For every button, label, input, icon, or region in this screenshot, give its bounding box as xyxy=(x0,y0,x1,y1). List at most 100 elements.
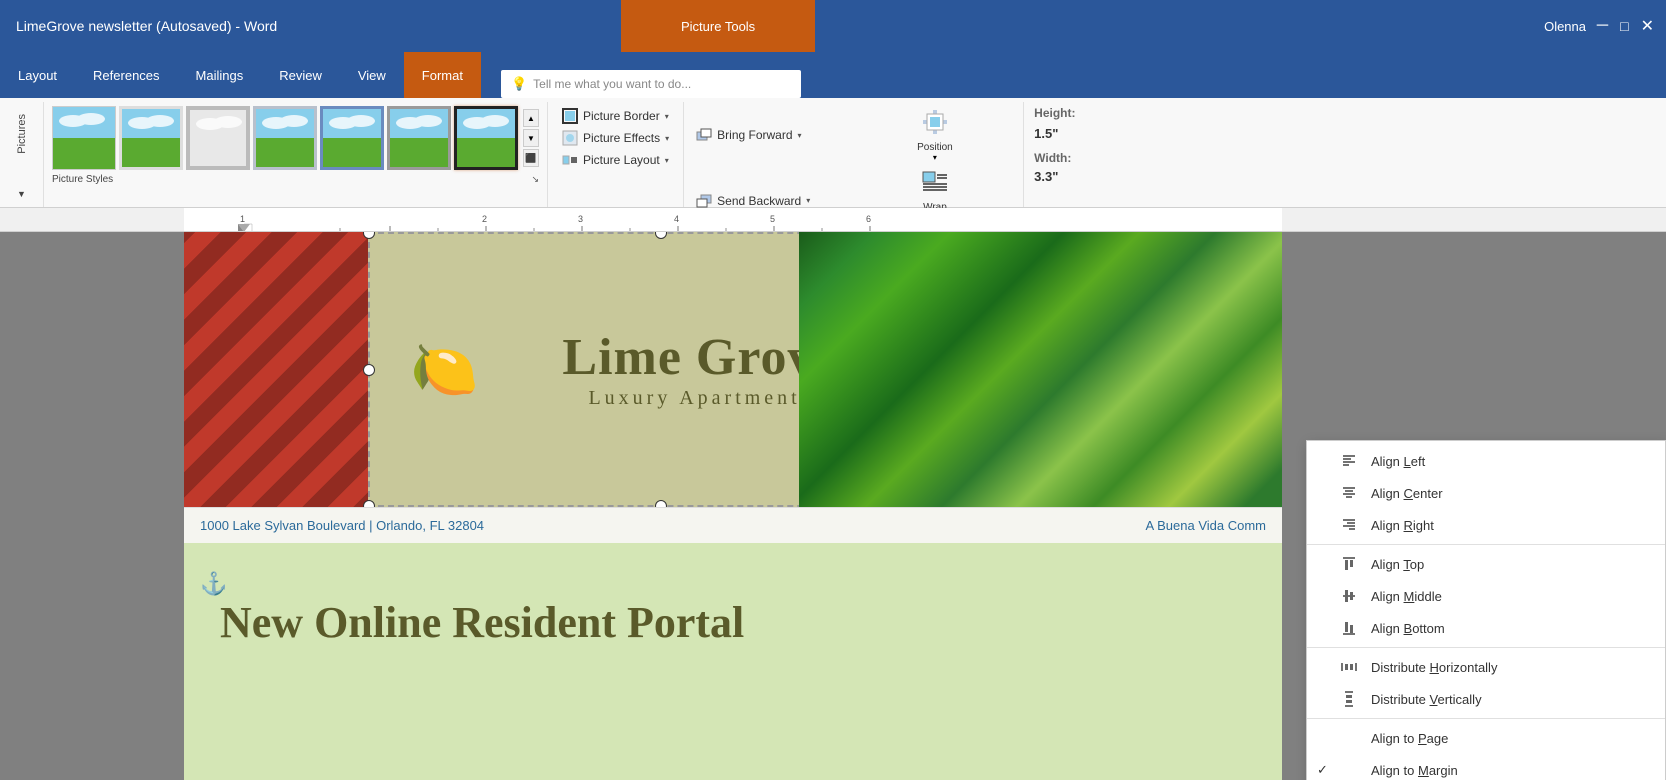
picture-styles-expand[interactable]: ↘ xyxy=(531,174,539,185)
align-bottom-icon xyxy=(1339,618,1359,638)
width-value: 3.3" xyxy=(1034,169,1075,184)
lime-icon: 🍋 xyxy=(410,337,478,402)
handle-tl[interactable] xyxy=(363,232,375,239)
menu-align-center[interactable]: Align Center xyxy=(1307,477,1665,509)
menu-align-bottom[interactable]: Align Bottom xyxy=(1307,612,1665,644)
position-arrow: ▾ xyxy=(933,153,937,162)
style-thumb-3[interactable] xyxy=(186,106,250,170)
send-backward-label: Send Backward xyxy=(717,194,801,208)
maximize-icon[interactable]: □ xyxy=(1616,14,1632,38)
logo-line1: Lime Grove xyxy=(562,329,838,386)
distribute-h-icon xyxy=(1339,657,1359,677)
pictures-label: Pictures xyxy=(16,106,28,162)
align-to-margin-icon xyxy=(1339,760,1359,780)
menu-align-to-margin[interactable]: Align to Margin xyxy=(1307,754,1665,780)
menu-align-middle[interactable]: Align Middle xyxy=(1307,580,1665,612)
svg-text:2: 2 xyxy=(482,214,487,224)
pics-drop[interactable]: ▼ xyxy=(17,189,26,203)
menu-align-right[interactable]: Align Right xyxy=(1307,509,1665,541)
tab-references[interactable]: References xyxy=(75,52,177,98)
distribute-v-icon xyxy=(1339,689,1359,709)
style-scroll-more[interactable]: ⬛ xyxy=(523,149,539,167)
picture-styles-thumbs: ▲ ▼ ⬛ xyxy=(52,106,539,170)
style-thumb-4[interactable] xyxy=(253,106,317,170)
style-thumb-1[interactable] xyxy=(52,106,116,170)
menu-align-to-page[interactable]: Align to Page xyxy=(1307,722,1665,754)
position-btn[interactable]: Position ▾ xyxy=(855,106,1016,164)
picture-styles-section: ▲ ▼ ⬛ Picture Styles ↘ xyxy=(44,102,548,207)
svg-text:6: 6 xyxy=(866,214,871,224)
document-title: LimeGrove newsletter (Autosaved) - Word xyxy=(16,18,277,34)
align-left-icon xyxy=(1339,451,1359,471)
position-icon xyxy=(921,108,949,142)
menu-align-top[interactable]: Align Top xyxy=(1307,548,1665,580)
position-label: Position xyxy=(917,142,953,153)
picture-tools-label: Picture Tools xyxy=(681,19,755,34)
picture-border-btn[interactable]: Picture Border ▾ xyxy=(558,106,673,126)
window-controls[interactable]: ─ □ ✕ xyxy=(1593,0,1666,52)
size-section: Height: 1.5" Width: 3.3" xyxy=(1024,102,1085,207)
anchor-icon: ⚓ xyxy=(200,571,227,597)
svg-text:4: 4 xyxy=(674,214,679,224)
align-right-icon xyxy=(1339,515,1359,535)
style-thumb-5[interactable] xyxy=(320,106,384,170)
picture-border-label: Picture Border xyxy=(583,109,660,123)
minimize-icon[interactable]: ─ xyxy=(1593,13,1612,39)
menu-align-top-label: Align Top xyxy=(1371,557,1649,572)
svg-text:1: 1 xyxy=(240,214,245,224)
menu-distribute-h[interactable]: Distribute Horizontally xyxy=(1307,651,1665,683)
page[interactable]: 🍋 Lime Grove Luxury Apartments 1000 Lake… xyxy=(184,232,1282,780)
tab-review[interactable]: Review xyxy=(261,52,340,98)
green-area: ⚓ New Online Resident Portal xyxy=(184,543,1282,780)
send-backward-arrow: ▾ xyxy=(806,196,810,205)
style-thumb-2[interactable] xyxy=(119,106,183,170)
ribbon: Pictures ▼ ▲ ▼ ⬛ xyxy=(0,98,1666,208)
style-scroll-down[interactable]: ▼ xyxy=(523,129,539,147)
separator-1 xyxy=(1307,544,1665,545)
style-thumb-7-selected[interactable] xyxy=(454,106,518,170)
picture-effects-label: Picture Effects xyxy=(583,131,660,145)
separator-3 xyxy=(1307,718,1665,719)
align-middle-icon xyxy=(1339,586,1359,606)
menu-distribute-v[interactable]: Distribute Vertically xyxy=(1307,683,1665,715)
tab-view[interactable]: View xyxy=(340,52,404,98)
ruler-marks: 1 2 3 4 5 6 xyxy=(0,208,1666,232)
close-icon[interactable]: ✕ xyxy=(1637,12,1658,40)
svg-text:5: 5 xyxy=(770,214,775,224)
address-bar: 1000 Lake Sylvan Boulevard | Orlando, FL… xyxy=(184,507,1282,543)
ribbon-tabs: Layout References Mailings Review View F… xyxy=(0,52,1666,98)
handle-tc[interactable] xyxy=(655,232,667,239)
pictures-section: Pictures ▼ xyxy=(0,102,44,207)
red-pattern xyxy=(184,232,369,542)
bring-forward-arrow: ▾ xyxy=(798,131,802,140)
tab-format[interactable]: Format xyxy=(404,52,481,98)
picture-tools-tab: Picture Tools xyxy=(621,0,815,52)
menu-align-left[interactable]: Align Left xyxy=(1307,445,1665,477)
menu-align-left-label: Align Left xyxy=(1371,454,1649,469)
style-thumb-6[interactable] xyxy=(387,106,451,170)
logo-line2: Luxury Apartments xyxy=(588,387,812,410)
tab-mailings[interactable]: Mailings xyxy=(178,52,262,98)
picture-effects-arrow: ▾ xyxy=(665,134,669,143)
menu-distribute-v-label: Distribute Vertically xyxy=(1371,692,1649,707)
picture-layout-btn[interactable]: Picture Layout ▾ xyxy=(558,150,673,170)
handle-ml[interactable] xyxy=(363,364,375,376)
menu-align-to-page-label: Align to Page xyxy=(1371,731,1649,746)
bring-forward-btn[interactable]: Bring Forward ▾ xyxy=(692,106,853,164)
menu-align-bottom-label: Align Bottom xyxy=(1371,621,1649,636)
adjust-group: Picture Border ▾ Picture Effects ▾ Pictu… xyxy=(548,102,684,207)
align-dropdown: Align Left Align Center Align Right Alig… xyxy=(1306,440,1666,780)
send-backward-icon xyxy=(696,193,712,209)
tab-layout[interactable]: Layout xyxy=(0,52,75,98)
search-placeholder: Tell me what you want to do... xyxy=(533,77,691,91)
separator-2 xyxy=(1307,647,1665,648)
ruler: 1 2 3 4 5 6 xyxy=(0,208,1666,232)
height-label-prefix: Height: xyxy=(1034,106,1075,120)
search-box[interactable]: 💡 Tell me what you want to do... xyxy=(501,70,801,98)
align-center-icon xyxy=(1339,483,1359,503)
picture-effects-btn[interactable]: Picture Effects ▾ xyxy=(558,128,673,148)
document-area: 🍋 Lime Grove Luxury Apartments 1000 Lake… xyxy=(0,232,1666,780)
style-scroll-up[interactable]: ▲ xyxy=(523,109,539,127)
adjust-content: Picture Border ▾ Picture Effects ▾ Pictu… xyxy=(558,106,673,203)
bring-forward-label: Bring Forward xyxy=(717,128,792,142)
